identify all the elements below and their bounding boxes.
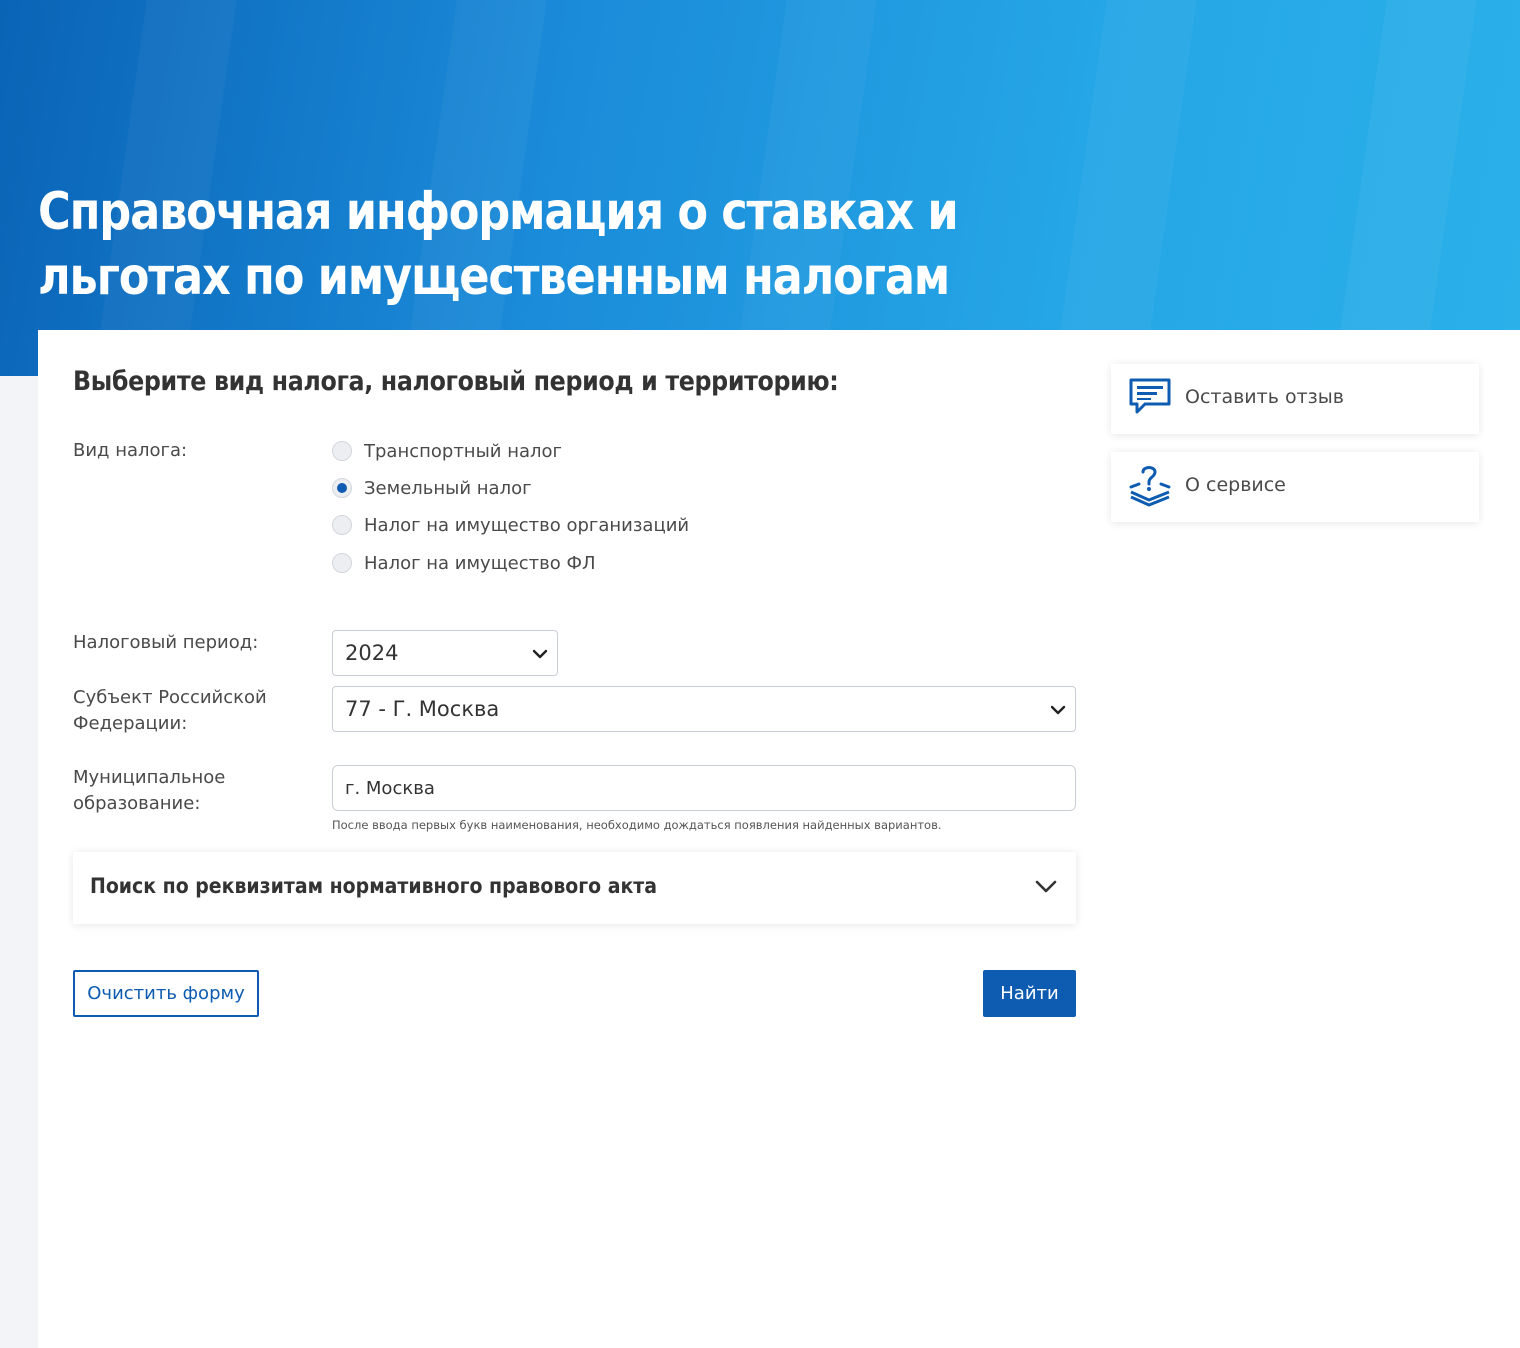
radio-individual-property-tax[interactable]: Налог на имущество ФЛ bbox=[332, 550, 596, 576]
region-select[interactable]: 77 - Г. Москва bbox=[332, 686, 1076, 732]
radio-label: Налог на имущество организаций bbox=[364, 514, 690, 536]
municipality-hint: После ввода первых букв наименования, не… bbox=[332, 818, 942, 832]
clear-form-button[interactable]: Очистить форму bbox=[73, 970, 259, 1017]
radio-label: Транспортный налог bbox=[364, 440, 562, 462]
radio-selected-dot bbox=[337, 483, 347, 493]
about-service-label: О сервисе bbox=[1185, 474, 1286, 496]
about-service-card[interactable]: О сервисе bbox=[1111, 452, 1479, 522]
feedback-card[interactable]: Оставить отзыв bbox=[1111, 364, 1479, 434]
tax-type-label: Вид налога: bbox=[73, 440, 188, 461]
period-value: 2024 bbox=[345, 641, 399, 665]
radio-land-tax[interactable]: Земельный налог bbox=[332, 475, 532, 501]
legal-act-search-accordion[interactable]: Поиск по реквизитам нормативного правово… bbox=[73, 852, 1076, 924]
feedback-label: Оставить отзыв bbox=[1185, 386, 1344, 408]
municipality-label-line2: образование: bbox=[73, 793, 201, 814]
speech-bubble-icon bbox=[1129, 378, 1171, 414]
hero-decoration bbox=[1327, 0, 1483, 376]
region-label-line2: Федерации: bbox=[73, 713, 188, 734]
hero-banner: Справочная информация о ставках и льгота… bbox=[0, 0, 1520, 376]
period-label: Налоговый период: bbox=[73, 632, 259, 653]
find-button[interactable]: Найти bbox=[983, 970, 1076, 1017]
radio-label: Земельный налог bbox=[364, 477, 532, 499]
municipality-label-line1: Муниципальное bbox=[73, 767, 226, 788]
form-heading: Выберите вид налога, налоговый период и … bbox=[73, 366, 839, 397]
radio-transport-tax[interactable]: Транспортный налог bbox=[332, 438, 562, 464]
municipality-label: Муниципальное образование: bbox=[73, 765, 225, 817]
municipality-input[interactable] bbox=[332, 765, 1076, 811]
radio-button[interactable] bbox=[332, 478, 352, 498]
accordion-title: Поиск по реквизитам нормативного правово… bbox=[90, 874, 657, 898]
region-label-line1: Субъект Российской bbox=[73, 687, 267, 708]
chevron-down-icon bbox=[1035, 880, 1057, 893]
radio-button[interactable] bbox=[332, 553, 352, 573]
radio-organization-property-tax[interactable]: Налог на имущество организаций bbox=[332, 512, 689, 538]
radio-button[interactable] bbox=[332, 441, 352, 461]
period-select[interactable]: 2024 bbox=[332, 630, 558, 676]
radio-label: Налог на имущество ФЛ bbox=[364, 552, 596, 574]
page-title: Справочная информация о ставках и льгота… bbox=[38, 182, 959, 307]
question-book-icon bbox=[1129, 466, 1171, 507]
radio-button[interactable] bbox=[332, 515, 352, 535]
chevron-down-icon bbox=[1050, 705, 1066, 715]
region-value: 77 - Г. Москва bbox=[345, 697, 500, 721]
chevron-down-icon bbox=[532, 649, 548, 659]
region-label: Субъект Российской Федерации: bbox=[73, 685, 267, 737]
